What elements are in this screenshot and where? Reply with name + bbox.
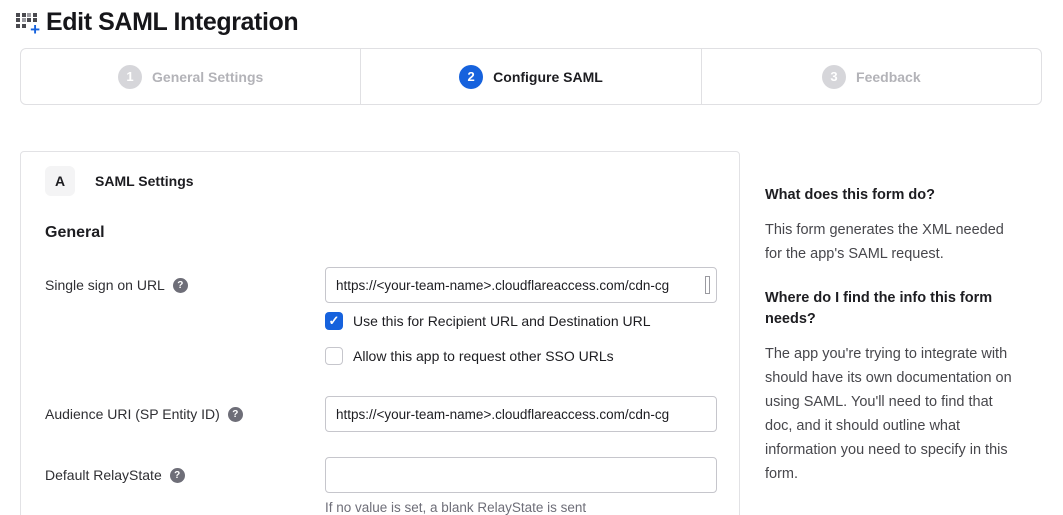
- help-heading: What does this form do?: [765, 185, 1021, 206]
- help-heading: Where do I find the info this form needs…: [765, 288, 1021, 330]
- saml-settings-panel: A SAML Settings General Single sign on U…: [20, 151, 740, 515]
- step-general-settings[interactable]: 1 General Settings: [21, 49, 360, 104]
- section-a-badge: A: [45, 166, 75, 196]
- add-app-grid-icon: +: [16, 10, 42, 36]
- relay-state-input[interactable]: [325, 457, 717, 493]
- relay-state-helper-text: If no value is set, a blank RelayState i…: [325, 500, 717, 515]
- relay-state-label: Default RelayState: [45, 467, 162, 483]
- checkbox-label: Allow this app to request other SSO URLs: [353, 348, 614, 364]
- relay-state-control: If no value is set, a blank RelayState i…: [325, 457, 717, 515]
- step-label: Configure SAML: [493, 69, 603, 85]
- other-sso-urls-checkbox-row[interactable]: Allow this app to request other SSO URLs: [325, 347, 717, 365]
- step-feedback[interactable]: 3 Feedback: [701, 49, 1041, 104]
- sso-url-row: Single sign on URL ? ✓ Use this for Reci…: [45, 267, 715, 365]
- sso-url-label: Single sign on URL: [45, 277, 165, 293]
- audience-uri-input[interactable]: [325, 396, 717, 432]
- help-section-what: What does this form do? This form genera…: [765, 185, 1021, 266]
- step-number-badge: 1: [118, 65, 142, 89]
- sso-url-control: ✓ Use this for Recipient URL and Destina…: [325, 267, 717, 365]
- wizard-stepper: 1 General Settings 2 Configure SAML 3 Fe…: [20, 48, 1042, 105]
- recipient-url-checkbox-row[interactable]: ✓ Use this for Recipient URL and Destina…: [325, 312, 717, 330]
- page-title: Edit SAML Integration: [46, 8, 298, 37]
- audience-uri-label: Audience URI (SP Entity ID): [45, 406, 220, 422]
- help-body: This form generates the XML needed for t…: [765, 218, 1021, 266]
- plus-icon: +: [30, 21, 40, 38]
- help-body: The app you're trying to integrate with …: [765, 342, 1021, 486]
- step-number-badge: 2: [459, 65, 483, 89]
- step-number-badge: 3: [822, 65, 846, 89]
- help-icon[interactable]: ?: [228, 407, 243, 422]
- section-title: SAML Settings: [95, 173, 194, 189]
- panel-header: A SAML Settings: [45, 166, 715, 196]
- help-icon[interactable]: ?: [173, 278, 188, 293]
- help-section-where: Where do I find the info this form needs…: [765, 288, 1021, 486]
- sso-url-input[interactable]: [325, 267, 717, 303]
- text-caret: [705, 276, 710, 294]
- help-icon[interactable]: ?: [170, 468, 185, 483]
- checkbox-unchecked-icon[interactable]: [325, 347, 343, 365]
- audience-uri-label-wrap: Audience URI (SP Entity ID) ?: [45, 396, 325, 422]
- general-group-heading: General: [45, 224, 715, 242]
- audience-uri-row: Audience URI (SP Entity ID) ?: [45, 396, 715, 432]
- checkbox-label: Use this for Recipient URL and Destinati…: [353, 313, 651, 329]
- step-label: Feedback: [856, 69, 921, 85]
- checkbox-checked-icon[interactable]: ✓: [325, 312, 343, 330]
- help-sidebar: What does this form do? This form genera…: [765, 151, 1021, 508]
- content-area: A SAML Settings General Single sign on U…: [0, 151, 1063, 515]
- relay-state-row: Default RelayState ? If no value is set,…: [45, 457, 715, 515]
- step-configure-saml[interactable]: 2 Configure SAML: [360, 49, 700, 104]
- step-label: General Settings: [152, 69, 263, 85]
- relay-state-label-wrap: Default RelayState ?: [45, 457, 325, 483]
- sso-url-label-wrap: Single sign on URL ?: [45, 267, 325, 293]
- audience-uri-control: [325, 396, 717, 432]
- page-header: + Edit SAML Integration: [0, 0, 1063, 37]
